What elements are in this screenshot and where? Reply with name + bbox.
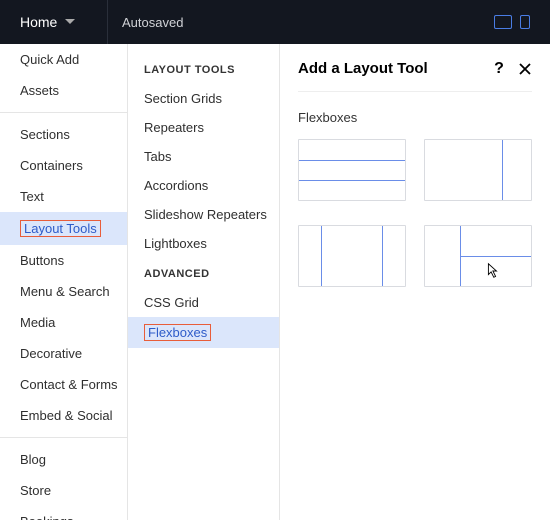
subitem-css-grid[interactable]: CSS Grid: [128, 288, 279, 317]
cursor-icon: [483, 262, 501, 280]
subitem-section-grids[interactable]: Section Grids: [128, 84, 279, 113]
subitem-lightboxes[interactable]: Lightboxes: [128, 229, 279, 258]
primary-sidebar: Quick Add Assets Sections Containers Tex…: [0, 44, 128, 520]
close-icon[interactable]: [518, 62, 532, 76]
top-bar: Home Autosaved: [0, 0, 550, 44]
home-dropdown[interactable]: Home: [0, 0, 108, 44]
sidebar-item-contact-forms[interactable]: Contact & Forms: [0, 369, 127, 400]
desktop-view-icon[interactable]: [494, 15, 512, 29]
sidebar-item-assets[interactable]: Assets: [0, 75, 127, 106]
autosave-status: Autosaved: [108, 15, 197, 30]
main-area: Quick Add Assets Sections Containers Tex…: [0, 44, 550, 520]
sidebar-item-media[interactable]: Media: [0, 307, 127, 338]
flexbox-option-column-right[interactable]: [424, 139, 532, 201]
panel-subtitle: Flexboxes: [298, 92, 532, 139]
subitem-repeaters[interactable]: Repeaters: [128, 113, 279, 142]
subitem-accordions[interactable]: Accordions: [128, 171, 279, 200]
sidebar-item-store[interactable]: Store: [0, 475, 127, 506]
sidebar-item-layout-tools[interactable]: Layout Tools: [0, 212, 127, 245]
mobile-view-icon[interactable]: [520, 15, 530, 29]
panel-actions: ?: [492, 62, 532, 76]
sidebar-item-embed-social[interactable]: Embed & Social: [0, 400, 127, 431]
layout-panel: Add a Layout Tool ? Flexboxes: [280, 44, 550, 520]
flexbox-option-mixed[interactable]: [424, 225, 532, 287]
heading-advanced: ADVANCED: [128, 258, 279, 288]
subitem-slideshow-repeaters[interactable]: Slideshow Repeaters: [128, 200, 279, 229]
secondary-sidebar: LAYOUT TOOLS Section Grids Repeaters Tab…: [128, 44, 280, 520]
sidebar-item-quick-add[interactable]: Quick Add: [0, 44, 127, 75]
sidebar-item-decorative[interactable]: Decorative: [0, 338, 127, 369]
flexbox-option-columns[interactable]: [298, 225, 406, 287]
chevron-down-icon: [65, 17, 75, 27]
subitem-flexboxes[interactable]: Flexboxes: [128, 317, 279, 348]
subitem-tabs[interactable]: Tabs: [128, 142, 279, 171]
sidebar-item-label: Layout Tools: [20, 220, 101, 237]
sidebar-item-containers[interactable]: Containers: [0, 150, 127, 181]
topbar-right: [494, 15, 550, 29]
home-label: Home: [20, 14, 57, 30]
flexbox-option-rows[interactable]: [298, 139, 406, 201]
sidebar-item-buttons[interactable]: Buttons: [0, 245, 127, 276]
sidebar-item-menu-search[interactable]: Menu & Search: [0, 276, 127, 307]
subitem-label: Flexboxes: [144, 324, 211, 341]
panel-header: Add a Layout Tool ?: [298, 60, 532, 92]
panel-title: Add a Layout Tool: [298, 60, 428, 77]
sidebar-item-text[interactable]: Text: [0, 181, 127, 212]
sidebar-separator: [0, 437, 127, 438]
sidebar-item-bookings[interactable]: Bookings: [0, 506, 127, 520]
layout-options-grid: [298, 139, 532, 287]
help-icon[interactable]: ?: [492, 62, 506, 76]
heading-layout-tools: LAYOUT TOOLS: [128, 54, 279, 84]
sidebar-item-blog[interactable]: Blog: [0, 444, 127, 475]
sidebar-item-sections[interactable]: Sections: [0, 119, 127, 150]
sidebar-separator: [0, 112, 127, 113]
